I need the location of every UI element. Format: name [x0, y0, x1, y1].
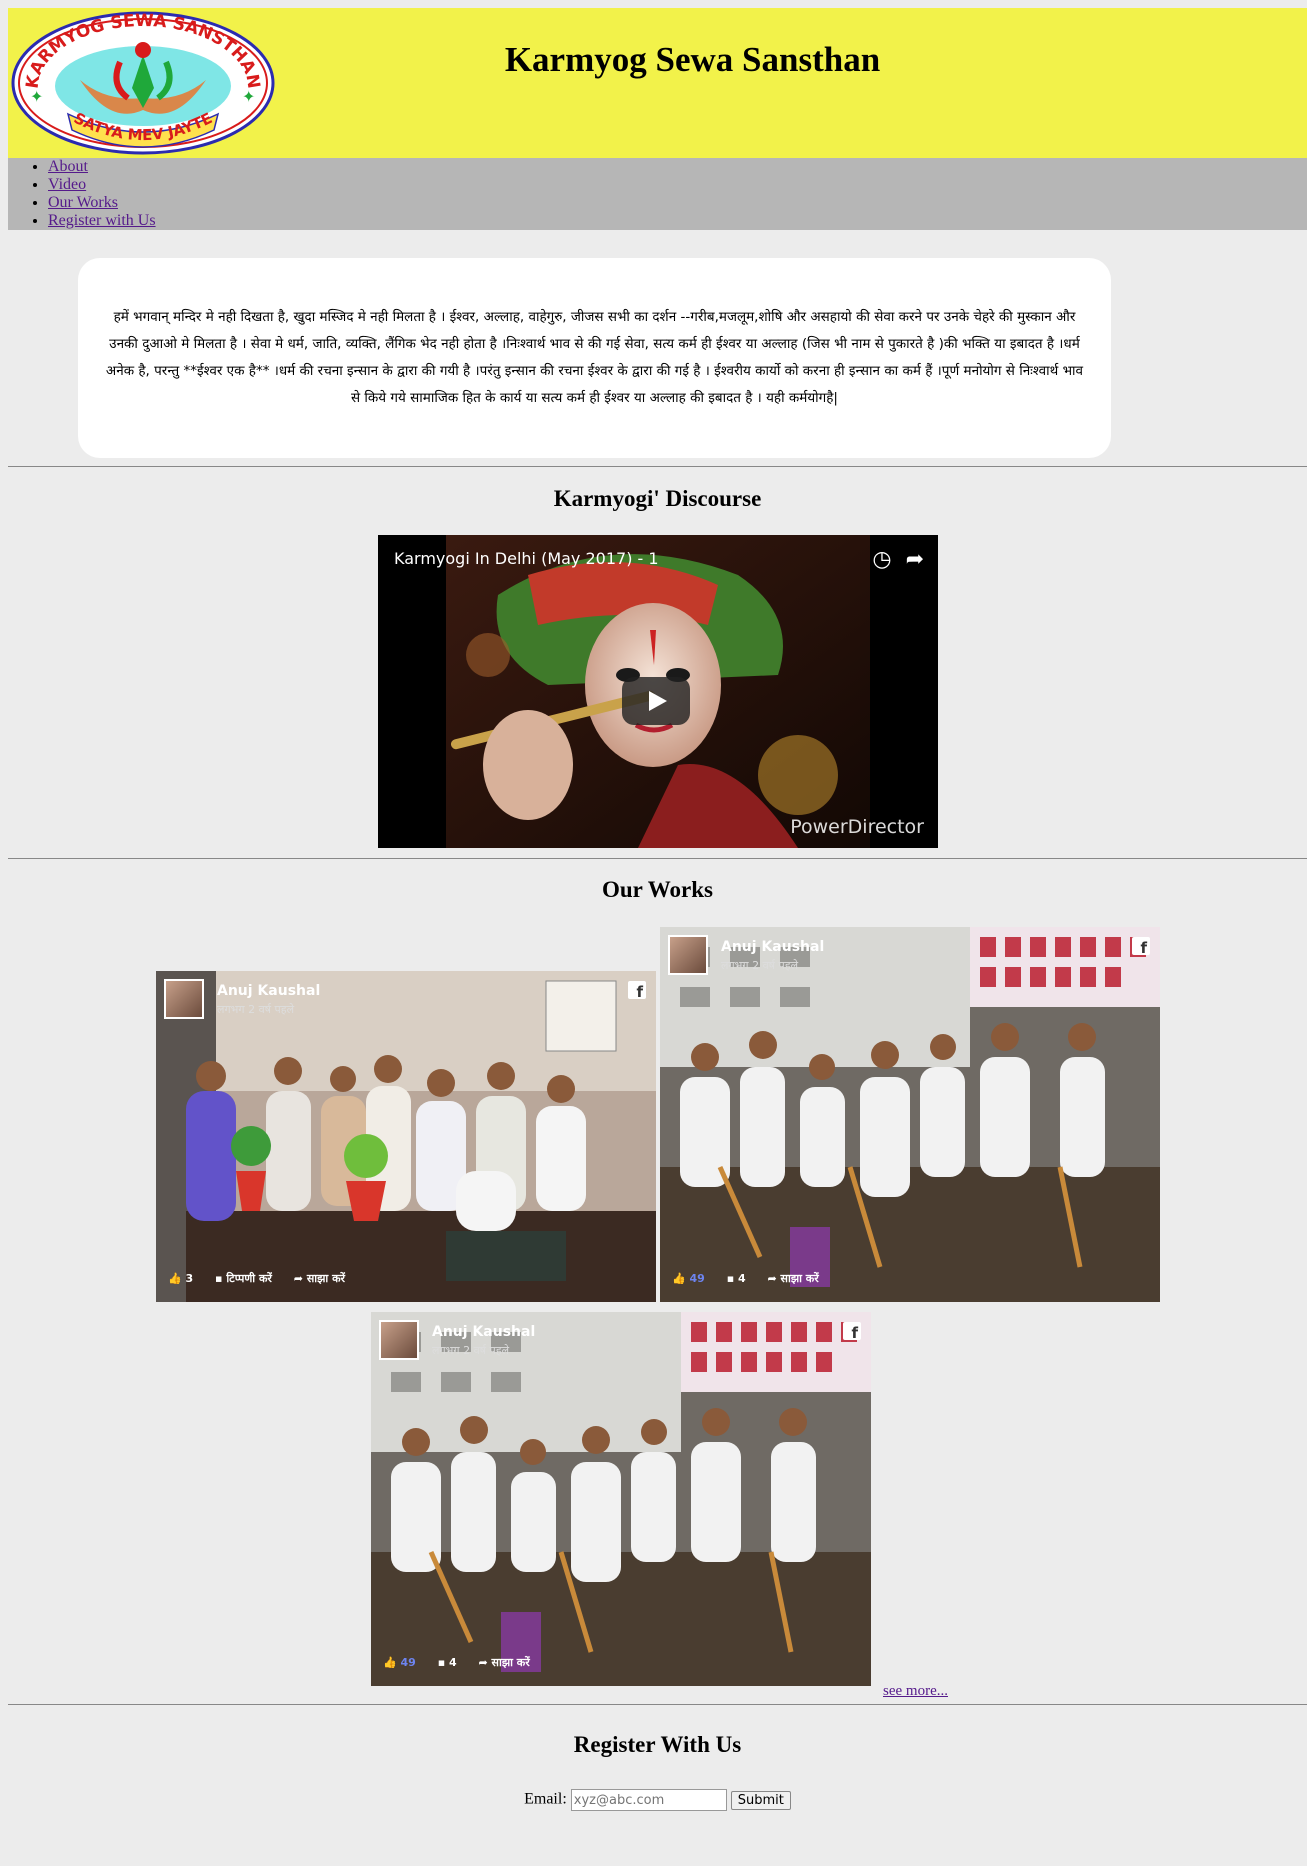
facebook-icon[interactable]: f [1132, 937, 1150, 957]
like-count: 49 [689, 1272, 705, 1285]
share-label: साझा करें [780, 1272, 819, 1285]
see-more-link[interactable]: see more... [883, 1683, 948, 1700]
main-nav: About Video Our Works Register with Us [8, 158, 1307, 230]
post-photo [371, 1312, 871, 1686]
page: KARMYOG SEWA SANSTHAN SATYA MEV JAYTE ✦ … [8, 8, 1307, 1811]
nav-item-video: Video [48, 176, 1307, 194]
share-button[interactable]: ➦ साझा करें [478, 1656, 529, 1669]
intro-card: हमें भगवान् मन्दिर मे नही दिखता है, खुदा… [78, 258, 1111, 458]
video-watermark: PowerDirector [790, 816, 924, 838]
facebook-post[interactable]: Anuj Kaushal लगभग 2 वर्ष पहले f 👍 3 ▪ टि… [156, 971, 656, 1302]
facebook-post[interactable]: Anuj Kaushal लगभग 2 वर्ष पहले f 👍 49 ▪ 4… [371, 1312, 871, 1686]
nav-link-about[interactable]: About [48, 158, 88, 175]
comment-button[interactable]: ▪ टिप्पणी करें [215, 1272, 272, 1285]
post-time: लगभग 2 वर्ष पहले [721, 959, 799, 972]
nav-item-our-works: Our Works [48, 194, 1307, 212]
share-label: साझा करें [306, 1272, 346, 1285]
comment-count: 4 [448, 1656, 457, 1669]
author-avatar[interactable] [668, 935, 708, 975]
works-heading: Our Works [602, 877, 713, 902]
register-heading: Register With Us [573, 1732, 742, 1757]
post-time: लगभग 2 वर्ष पहले [217, 1003, 295, 1016]
register-form: Email: Submit [8, 1789, 1307, 1811]
comment-button[interactable]: ▪ 4 [438, 1656, 457, 1669]
share-button[interactable]: ➦ साझा करें [767, 1272, 818, 1285]
like-button[interactable]: 👍 49 [672, 1272, 705, 1285]
site-logo[interactable]: KARMYOG SEWA SANSTHAN SATYA MEV JAYTE ✦ … [10, 10, 276, 156]
email-label: Email: [524, 1790, 567, 1808]
svg-text:✦: ✦ [242, 87, 255, 106]
site-title: Karmyog Sewa Sansthan [504, 40, 881, 79]
nav-list: About Video Our Works Register with Us [8, 158, 1307, 230]
submit-button[interactable]: Submit [730, 1790, 791, 1810]
post-author[interactable]: Anuj Kaushal [721, 939, 824, 955]
nav-link-register[interactable]: Register with Us [48, 212, 156, 229]
like-count: 3 [185, 1272, 194, 1285]
video-title: Karmyogi In Delhi (May 2017) - 1 [394, 549, 659, 568]
watch-later-icon[interactable]: ◷ [872, 547, 891, 572]
intro-text: हमें भगवान् मन्दिर मे नही दिखता है, खुदा… [105, 309, 1084, 406]
author-avatar[interactable] [379, 1320, 419, 1360]
share-button[interactable]: ➦ साझा करें [294, 1272, 345, 1285]
video-actions: ◷ ➦ [858, 547, 924, 572]
post-photo [156, 971, 656, 1302]
facebook-icon[interactable]: f [628, 981, 646, 1001]
facebook-icon[interactable]: f [843, 1322, 861, 1342]
share-icon[interactable]: ➦ [906, 547, 924, 572]
like-button[interactable]: 👍 3 [168, 1272, 193, 1285]
divider [8, 1704, 1307, 1705]
nav-link-our-works[interactable]: Our Works [48, 194, 118, 211]
nav-item-about: About [48, 158, 1307, 176]
post-author[interactable]: Anuj Kaushal [217, 983, 320, 999]
nav-link-video[interactable]: Video [48, 176, 86, 193]
author-avatar[interactable] [164, 979, 204, 1019]
divider [8, 466, 1307, 467]
comment-label: टिप्पणी करें [226, 1272, 272, 1285]
like-button[interactable]: 👍 49 [383, 1656, 416, 1669]
post-author[interactable]: Anuj Kaushal [432, 1324, 535, 1340]
post-actions: 👍 3 ▪ टिप्पणी करें ➦ साझा करें [168, 1271, 363, 1286]
comment-button[interactable]: ▪ 4 [727, 1272, 746, 1285]
post-actions: 👍 49 ▪ 4 ➦ साझा करें [672, 1271, 837, 1286]
discourse-heading: Karmyogi' Discourse [553, 486, 762, 511]
post-time: लगभग 2 वर्ष पहले [432, 1344, 510, 1357]
play-button[interactable] [622, 677, 690, 725]
post-photo [660, 927, 1160, 1302]
facebook-post[interactable]: Anuj Kaushal लगभग 2 वर्ष पहले f 👍 49 ▪ 4… [660, 927, 1160, 1302]
site-header: KARMYOG SEWA SANSTHAN SATYA MEV JAYTE ✦ … [8, 8, 1307, 158]
video-player[interactable]: Karmyogi In Delhi (May 2017) - 1 ◷ ➦ Powe… [378, 535, 938, 848]
share-label: साझा करें [491, 1656, 530, 1669]
divider [8, 858, 1307, 859]
like-count: 49 [400, 1656, 416, 1669]
svg-text:✦: ✦ [30, 87, 43, 106]
comment-count: 4 [737, 1272, 746, 1285]
nav-item-register: Register with Us [48, 212, 1307, 230]
post-actions: 👍 49 ▪ 4 ➦ साझा करें [383, 1655, 548, 1670]
email-field[interactable] [570, 1789, 727, 1811]
